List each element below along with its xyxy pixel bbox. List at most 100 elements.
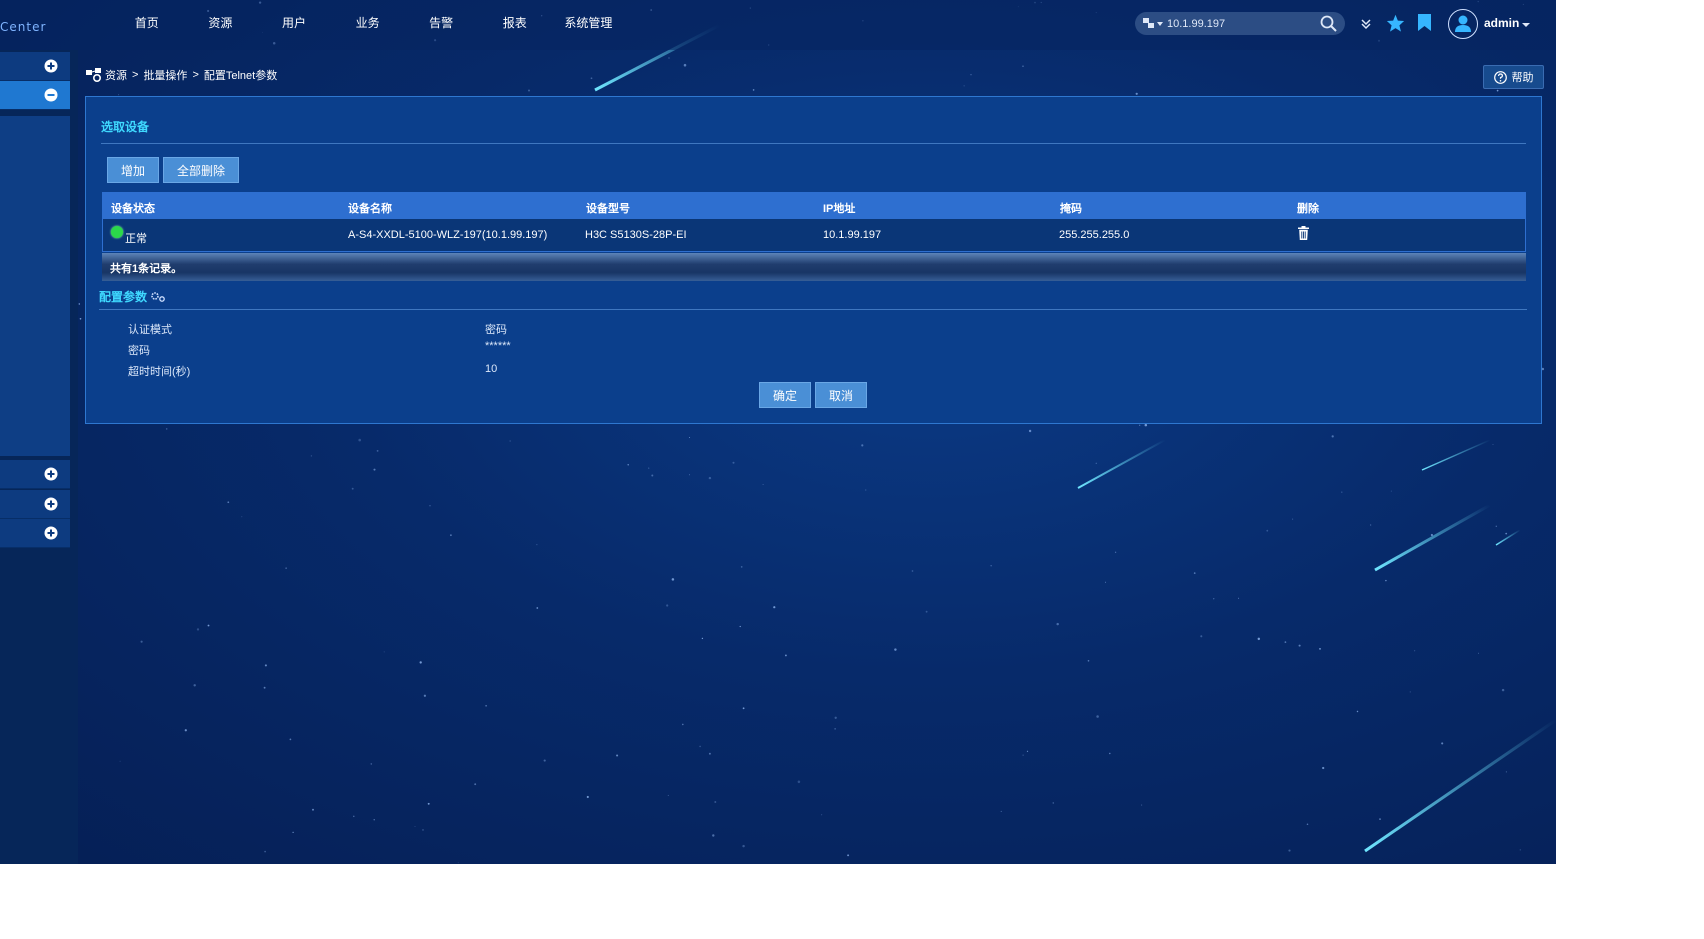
divider xyxy=(99,309,1527,310)
help-button[interactable]: 帮助 xyxy=(1483,65,1544,89)
star xyxy=(1026,750,1029,752)
add-button[interactable]: 增加 xyxy=(107,157,159,183)
star-icon[interactable] xyxy=(1386,14,1405,32)
star xyxy=(312,808,314,811)
star xyxy=(536,544,538,546)
star xyxy=(1501,688,1505,692)
username[interactable]: admin xyxy=(1484,16,1519,30)
star xyxy=(264,850,266,853)
star xyxy=(1385,579,1387,582)
trash-icon[interactable] xyxy=(1298,226,1309,240)
plus-circle-icon[interactable] xyxy=(44,467,58,481)
question-icon xyxy=(1493,70,1507,84)
star xyxy=(1390,490,1392,492)
star xyxy=(1441,742,1444,745)
avatar[interactable] xyxy=(1448,9,1478,39)
plus-circle-icon[interactable] xyxy=(44,526,58,540)
star xyxy=(1114,551,1117,553)
sidebar-group-1[interactable] xyxy=(0,52,70,81)
sidebar-group-3[interactable] xyxy=(0,460,70,489)
star xyxy=(1478,652,1479,654)
help-label: 帮助 xyxy=(1511,72,1534,84)
star xyxy=(1505,771,1508,773)
star xyxy=(1105,581,1107,583)
star xyxy=(821,814,823,816)
col-device-model: 设备型号 xyxy=(586,203,630,215)
star xyxy=(1370,524,1372,526)
search-icon[interactable] xyxy=(1320,15,1337,32)
breadcrumb-batch-ops[interactable]: 批量操作 xyxy=(143,67,187,83)
nav-home[interactable]: 首页 xyxy=(110,0,184,46)
bookmark-icon[interactable] xyxy=(1418,14,1431,31)
star xyxy=(963,85,965,87)
star xyxy=(990,565,992,567)
star xyxy=(667,794,669,796)
param-auth-mode-label: 认证模式 xyxy=(128,324,172,336)
nav-business[interactable]: 业务 xyxy=(331,0,405,46)
param-timeout-label: 超时时间(秒) xyxy=(128,366,191,378)
star xyxy=(263,686,266,689)
param-password-label: 密码 xyxy=(128,345,150,357)
star xyxy=(742,707,745,710)
star xyxy=(1292,518,1294,520)
star xyxy=(427,802,430,805)
device-table-header: 设备状态 设备名称 设备型号 IP地址 掩码 删除 xyxy=(102,192,1526,219)
ok-button[interactable]: 确定 xyxy=(759,382,811,408)
star xyxy=(1341,491,1343,493)
star xyxy=(196,628,200,631)
star xyxy=(1298,644,1301,647)
nav-reports[interactable]: 报表 xyxy=(478,0,552,46)
sidebar-group-5[interactable] xyxy=(0,519,70,548)
star xyxy=(784,654,787,657)
star xyxy=(701,637,704,640)
param-timeout-value: 10 xyxy=(485,363,498,375)
star xyxy=(671,578,675,581)
config-params-label: 配置参数 xyxy=(99,290,148,304)
star xyxy=(184,729,187,732)
star xyxy=(1109,752,1111,755)
star xyxy=(264,664,267,667)
sidebar-group-2[interactable] xyxy=(0,81,70,110)
search-input[interactable] xyxy=(1167,14,1317,33)
star xyxy=(681,723,684,726)
sidebar-group-4[interactable] xyxy=(0,490,70,519)
gear-icon[interactable] xyxy=(150,291,166,302)
star xyxy=(1492,444,1494,445)
caret-down-icon[interactable] xyxy=(1521,21,1531,29)
star xyxy=(419,661,422,664)
nav-system-management[interactable]: 系统管理 xyxy=(552,0,626,46)
star xyxy=(1495,525,1498,527)
star xyxy=(708,476,712,480)
star xyxy=(834,728,836,730)
star xyxy=(714,801,717,803)
star xyxy=(699,745,701,748)
cancel-button[interactable]: 取消 xyxy=(815,382,867,408)
table-row[interactable]: 正常 A-S4-XXDL-5100-WLZ-197(10.1.99.197) H… xyxy=(102,219,1526,252)
nav-resources[interactable]: 资源 xyxy=(184,0,258,46)
minus-circle-icon[interactable] xyxy=(44,88,58,102)
nav-alarms[interactable]: 告警 xyxy=(404,0,478,46)
star xyxy=(485,704,487,707)
delete-all-button[interactable]: 全部删除 xyxy=(163,157,239,183)
double-chevron-down-icon[interactable] xyxy=(1360,18,1372,30)
plus-circle-icon[interactable] xyxy=(44,59,58,73)
star xyxy=(797,780,801,784)
plus-circle-icon[interactable] xyxy=(44,497,58,511)
star xyxy=(586,795,589,799)
breadcrumb-resources[interactable]: 资源 xyxy=(105,67,127,83)
star xyxy=(834,716,837,719)
divider xyxy=(101,143,1526,144)
star xyxy=(1096,715,1099,718)
search-box xyxy=(1135,12,1345,35)
star xyxy=(1414,650,1416,652)
star xyxy=(1288,849,1291,852)
device-type-dropdown-icon[interactable] xyxy=(1143,17,1165,30)
star xyxy=(351,487,354,490)
param-password-value: ****** xyxy=(485,340,511,352)
top-bar: Center 首页 资源 用户 业务 告警 报表 系统管理 10.1.99.19… xyxy=(0,0,1556,50)
nav-users[interactable]: 用户 xyxy=(257,0,331,46)
star xyxy=(708,752,711,755)
star xyxy=(429,505,431,507)
star xyxy=(373,819,375,821)
star xyxy=(289,738,292,741)
